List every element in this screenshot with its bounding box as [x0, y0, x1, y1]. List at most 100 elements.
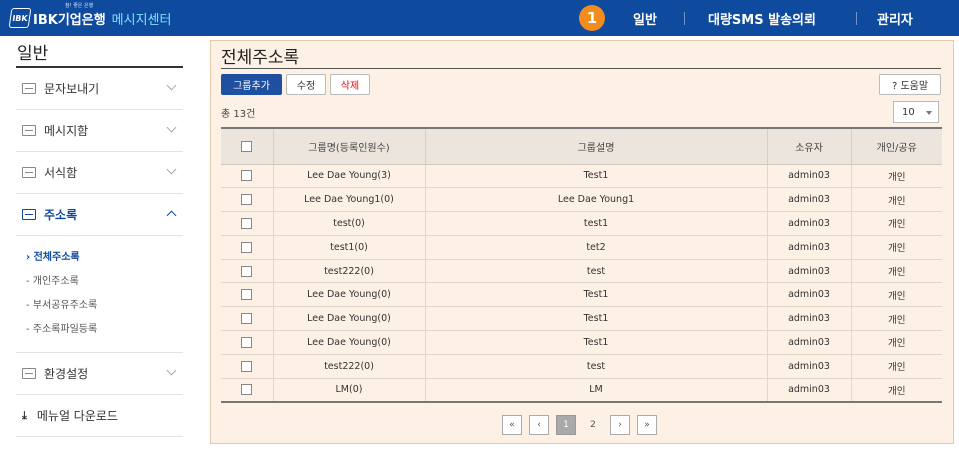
group-description-cell: Test1: [425, 306, 768, 332]
row-checkbox[interactable]: [241, 384, 253, 396]
column-header[interactable]: 그룹명(등록인원수): [273, 128, 426, 165]
group-name-cell[interactable]: test222(0): [273, 354, 426, 379]
scope-cell: 개인: [851, 187, 942, 213]
sidebar-item-label: 주소록: [44, 208, 78, 222]
group-name-cell[interactable]: Lee Dae Young(3): [273, 164, 426, 189]
logo-center-name: 메시지센터: [111, 12, 172, 28]
page-size-value: 10: [902, 106, 915, 118]
submenu-item-shared-contacts[interactable]: - 부서공유주소록: [26, 294, 183, 318]
top-bar: IBK 참! 좋은 은행 IBK기업은행 메시지센터 1 일반 대량SMS 발송의…: [0, 0, 959, 36]
message-icon: [22, 83, 36, 94]
submenu-item-all-contacts[interactable]: › 전체주소록: [26, 246, 183, 270]
row-select-cell: [221, 282, 274, 308]
scope-cell: 개인: [851, 282, 942, 308]
table-row[interactable]: Lee Dae Young(0) Test1 admin03 개인: [221, 306, 942, 332]
column-header[interactable]: 그룹설명: [425, 128, 768, 165]
sidebar-item-template-box[interactable]: 서식함: [16, 152, 183, 194]
chevron-down-icon: [166, 164, 177, 175]
owner-cell: admin03: [767, 187, 852, 213]
table-row[interactable]: Lee Dae Young(0) Test1 admin03 개인: [221, 282, 942, 308]
chevron-down-icon: [166, 365, 177, 376]
table-body: Lee Dae Young(3) Test1 admin03 개인 Lee Dae Yo…: [221, 164, 942, 403]
owner-cell: admin03: [767, 211, 852, 236]
pagination: « ‹ 1 2 › »: [502, 415, 657, 435]
submenu-item-personal-contacts[interactable]: - 개인주소록: [26, 270, 183, 294]
group-name-cell[interactable]: Lee Dae Young(0): [273, 282, 426, 308]
column-header[interactable]: 소유자: [767, 128, 852, 165]
delete-button[interactable]: 삭제: [330, 74, 370, 95]
sidebar-item-message-box[interactable]: 메시지함: [16, 110, 183, 152]
callout-badge: 1: [579, 5, 605, 31]
page-button-1[interactable]: 1: [556, 415, 576, 435]
table-row[interactable]: Lee Dae Young(3) Test1 admin03 개인: [221, 164, 942, 189]
select-all-cell: [221, 128, 274, 165]
sidebar-item-manual-download[interactable]: ⤓ 메뉴얼 다운로드: [16, 395, 183, 437]
nav-bulk-sms[interactable]: 대량SMS 발송의뢰: [708, 0, 816, 36]
sidebar-item-settings[interactable]: 환경설정: [16, 353, 183, 395]
nav-general[interactable]: 일반: [633, 0, 657, 36]
row-select-cell: [221, 378, 274, 403]
group-description-cell: LM: [425, 378, 768, 403]
submenu-item-file-upload[interactable]: - 주소록파일등록: [26, 318, 183, 342]
group-description-cell: test1: [425, 211, 768, 236]
group-description-cell: tet2: [425, 235, 768, 260]
group-name-cell[interactable]: test1(0): [273, 235, 426, 260]
row-select-cell: [221, 164, 274, 189]
table-row[interactable]: test222(0) test admin03 개인: [221, 354, 942, 379]
row-select-cell: [221, 259, 274, 284]
edit-button[interactable]: 수정: [286, 74, 326, 95]
group-name-cell[interactable]: Lee Dae Young(0): [273, 330, 426, 355]
download-icon: ⤓: [22, 408, 27, 422]
group-name-cell[interactable]: Lee Dae Young1(0): [273, 187, 426, 213]
table-row[interactable]: Lee Dae Young1(0) Lee Dae Young1 admin03 개인: [221, 187, 942, 213]
sidebar: 일반 문자보내기 메시지함 서식함 주소록 › 전체주소록 - 개인주소록 - …: [16, 36, 183, 437]
settings-icon: [22, 368, 36, 379]
row-checkbox[interactable]: [241, 265, 253, 277]
row-checkbox[interactable]: [241, 217, 253, 229]
row-checkbox[interactable]: [241, 170, 253, 182]
page-button-2[interactable]: 2: [583, 415, 603, 435]
scope-cell: 개인: [851, 259, 942, 284]
row-checkbox[interactable]: [241, 241, 253, 253]
document-icon: [22, 167, 36, 178]
owner-cell: admin03: [767, 164, 852, 189]
owner-cell: admin03: [767, 378, 852, 403]
row-checkbox[interactable]: [241, 313, 253, 325]
row-select-cell: [221, 187, 274, 213]
scope-cell: 개인: [851, 306, 942, 332]
last-page-button[interactable]: »: [637, 415, 657, 435]
table-row[interactable]: test(0) test1 admin03 개인: [221, 211, 942, 236]
prev-page-button[interactable]: ‹: [529, 415, 549, 435]
group-name-cell[interactable]: LM(0): [273, 378, 426, 403]
nav-admin[interactable]: 관리자: [877, 0, 913, 36]
row-checkbox[interactable]: [241, 360, 253, 372]
logo[interactable]: IBK 참! 좋은 은행 IBK기업은행 메시지센터: [8, 3, 172, 32]
sidebar-title: 일반: [16, 36, 183, 68]
row-select-cell: [221, 211, 274, 236]
row-checkbox[interactable]: [241, 289, 253, 301]
first-page-button[interactable]: «: [502, 415, 522, 435]
group-description-cell: Lee Dae Young1: [425, 187, 768, 213]
group-name-cell[interactable]: test(0): [273, 211, 426, 236]
select-all-checkbox[interactable]: [241, 140, 253, 152]
owner-cell: admin03: [767, 282, 852, 308]
table-row[interactable]: LM(0) LM admin03 개인: [221, 378, 942, 403]
scope-cell: 개인: [851, 330, 942, 355]
sidebar-item-address-book[interactable]: 주소록: [16, 194, 183, 236]
chevron-up-icon: [166, 210, 177, 221]
next-page-button[interactable]: ›: [610, 415, 630, 435]
page-size-select[interactable]: 10: [893, 101, 939, 123]
table-row[interactable]: test222(0) test admin03 개인: [221, 259, 942, 284]
help-button[interactable]: ? 도움말: [879, 74, 941, 95]
table-row[interactable]: test1(0) tet2 admin03 개인: [221, 235, 942, 260]
table-row[interactable]: Lee Dae Young(0) Test1 admin03 개인: [221, 330, 942, 355]
row-checkbox[interactable]: [241, 194, 253, 206]
column-header[interactable]: 개인/공유: [851, 128, 942, 165]
row-checkbox[interactable]: [241, 336, 253, 348]
group-name-cell[interactable]: Lee Dae Young(0): [273, 306, 426, 332]
logo-badge-icon: IBK: [8, 8, 32, 28]
group-name-cell[interactable]: test222(0): [273, 259, 426, 284]
group-description-cell: Test1: [425, 330, 768, 355]
add-group-button[interactable]: 그룹추가: [221, 74, 282, 95]
sidebar-item-send-message[interactable]: 문자보내기: [16, 68, 183, 110]
